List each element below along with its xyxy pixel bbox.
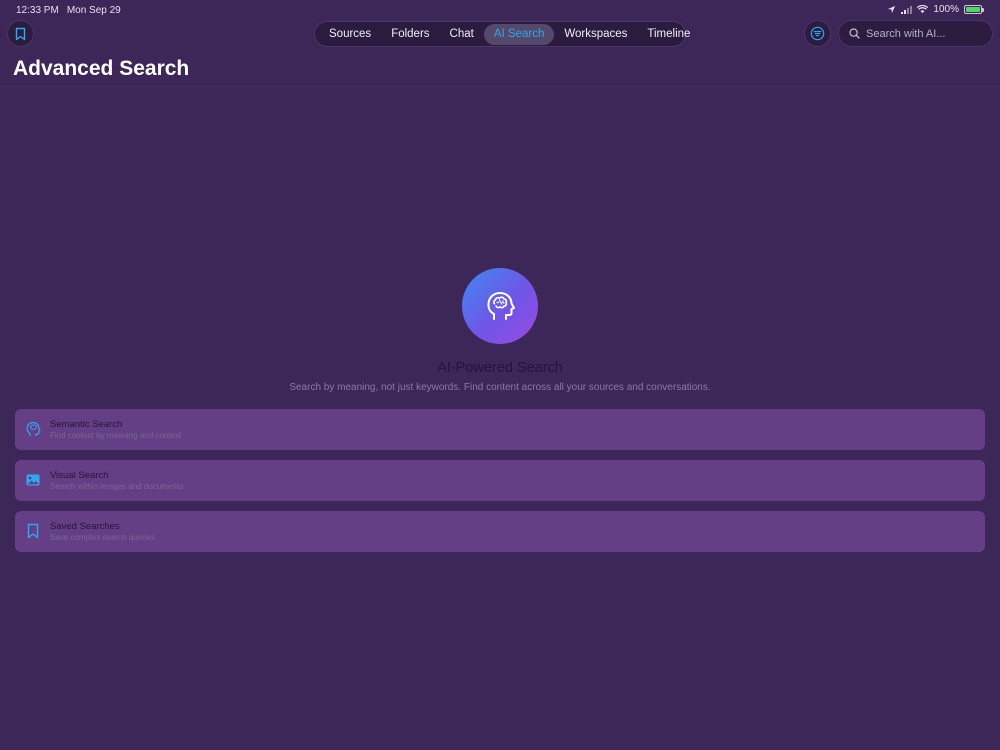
filter-button[interactable] (804, 20, 831, 47)
tab-timeline[interactable]: Timeline (637, 24, 700, 45)
status-bar: 12:33 PM Mon Sep 29 100% (0, 0, 1000, 20)
tab-workspaces[interactable]: Workspaces (554, 24, 637, 45)
battery-icon (964, 5, 984, 14)
photo-icon (26, 474, 40, 486)
ai-search-input[interactable] (866, 27, 981, 40)
card-title: Saved Searches (50, 521, 120, 532)
saved-searches-card[interactable]: Saved Searches Save complex search queri… (15, 511, 985, 552)
main-tab-bar: Sources Folders Chat AI Search Workspace… (314, 21, 690, 47)
status-time: 12:33 PM (16, 5, 59, 16)
search-icon (849, 28, 860, 39)
ai-search-field[interactable] (838, 20, 993, 47)
hero-title: AI-Powered Search (437, 360, 563, 376)
tab-sources[interactable]: Sources (319, 24, 381, 45)
location-icon (888, 5, 896, 14)
page-title: Advanced Search (13, 57, 190, 80)
card-title: Visual Search (50, 470, 109, 481)
tab-folders[interactable]: Folders (381, 24, 439, 45)
brain-head-icon (487, 292, 515, 320)
header-divider (0, 86, 1000, 87)
brain-head-icon (26, 421, 41, 436)
card-subtitle: Search within images and documents (50, 482, 183, 491)
card-subtitle: Find content by meaning and context (50, 431, 182, 440)
status-left: 12:33 PM Mon Sep 29 (16, 5, 121, 16)
visual-search-card[interactable]: Visual Search Search within images and d… (15, 460, 985, 501)
hero-subtitle: Search by meaning, not just keywords. Fi… (289, 382, 711, 393)
tab-ai-search[interactable]: AI Search (483, 23, 555, 45)
status-date: Mon Sep 29 (66, 5, 121, 16)
card-title: Semantic Search (50, 419, 123, 430)
battery-percent: 100% (933, 4, 959, 15)
bookmark-icon (15, 27, 26, 40)
filter-icon (810, 26, 825, 41)
semantic-search-card[interactable]: Semantic Search Find content by meaning … (15, 409, 985, 450)
cellular-signal-icon (901, 5, 913, 14)
wifi-icon (917, 5, 929, 14)
bookmarks-button[interactable] (7, 20, 34, 47)
status-right: 100% (887, 4, 984, 15)
tab-chat[interactable]: Chat (440, 24, 484, 45)
bookmark-icon (27, 523, 39, 539)
card-subtitle: Save complex search queries (50, 533, 155, 542)
hero-badge (462, 268, 538, 344)
